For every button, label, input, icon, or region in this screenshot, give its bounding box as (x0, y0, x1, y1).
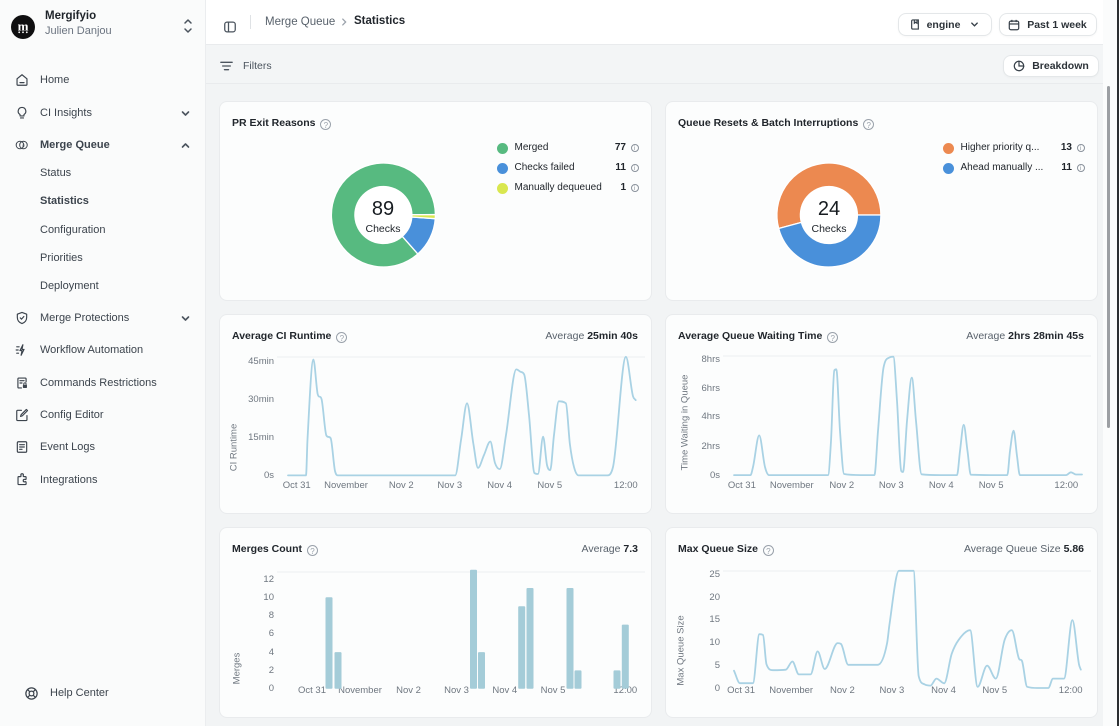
svg-text:m: m (18, 19, 29, 34)
